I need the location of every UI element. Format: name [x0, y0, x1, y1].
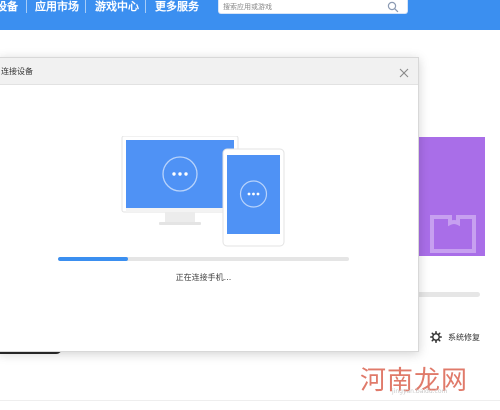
- nav-item-app-market[interactable]: 应用市场: [35, 0, 79, 18]
- dialog-title: 连接设备: [1, 67, 33, 76]
- connection-progress-fill: [58, 257, 128, 261]
- divider: [0, 400, 500, 401]
- close-icon[interactable]: [398, 64, 410, 78]
- connection-progress-bar: [58, 257, 349, 261]
- search-icon[interactable]: [387, 0, 399, 13]
- monitor-icon: [121, 135, 239, 225]
- phone-icon: [222, 148, 285, 247]
- nav-item-more-services[interactable]: 更多服务: [155, 0, 199, 18]
- search-box: [218, 0, 408, 14]
- nav-item-devices[interactable]: 设备: [0, 0, 18, 18]
- search-input[interactable]: [223, 0, 383, 13]
- nav-separator: [26, 0, 27, 13]
- gear-icon: [430, 328, 442, 347]
- watermark-subtext: jingyan.baidu.com: [392, 388, 448, 395]
- puzzle-decoration-icon: [430, 215, 476, 253]
- background-progress-bar: [416, 292, 480, 297]
- top-navigation-bar: 设备 应用市场 游戏中心 更多服务: [0, 0, 500, 30]
- nav-separator: [85, 0, 86, 13]
- device-connection-illustration: [119, 135, 289, 248]
- promo-card[interactable]: [416, 137, 485, 256]
- dialog-header: 连接设备: [0, 58, 418, 85]
- system-repair-button[interactable]: 系统修复: [430, 330, 480, 344]
- nav-separator: [145, 0, 146, 13]
- connection-status-text: 正在连接手机...: [175, 273, 232, 282]
- connect-device-dialog: 连接设备 正在连接手机...: [0, 57, 419, 352]
- system-repair-label: 系统修复: [448, 332, 480, 342]
- nav-item-game-center[interactable]: 游戏中心: [95, 0, 139, 18]
